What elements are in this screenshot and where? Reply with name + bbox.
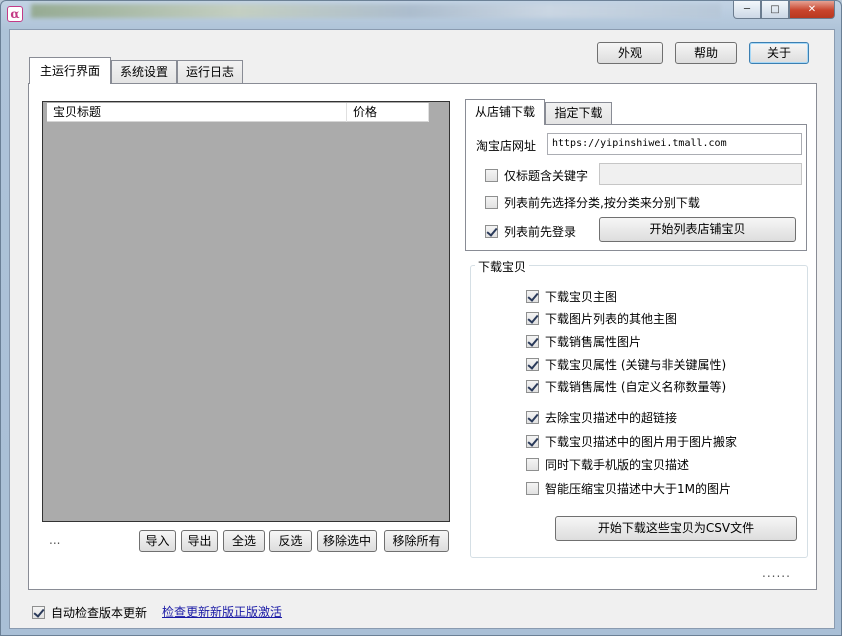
auto-update-box[interactable] <box>32 606 45 619</box>
minimize-button[interactable]: ─ <box>733 1 761 19</box>
remove-all-button[interactable]: 移除所有 <box>384 530 449 552</box>
checkbox-box[interactable] <box>526 358 539 371</box>
activate-link[interactable]: 正版激活 <box>234 603 282 620</box>
title-text-blurred <box>31 4 721 18</box>
checkbox-label: 下载图片列表的其他主图 <box>545 312 678 326</box>
progress-dots: ...... <box>762 566 791 580</box>
title-bar[interactable]: α ─ □ ✕ <box>1 1 841 29</box>
checkbox-label: 下载宝贝主图 <box>545 290 618 304</box>
checkbox-box[interactable] <box>526 482 539 495</box>
store-url-label: 淘宝店网址 <box>476 139 537 153</box>
remove-hyperlinks-checkbox[interactable]: 去除宝贝描述中的超链接 <box>526 409 677 426</box>
checkbox-label: 下载销售属性图片 <box>545 335 642 349</box>
compress-images-checkbox[interactable]: 智能压缩宝贝描述中大于1M的图片 <box>526 480 731 497</box>
invert-selection-button[interactable]: 反选 <box>269 530 312 552</box>
list-status-text: ... <box>49 533 61 547</box>
keyword-filter-label: 仅标题含关键字 <box>504 169 589 183</box>
checkbox-box[interactable] <box>526 312 539 325</box>
checkbox-box[interactable] <box>526 335 539 348</box>
download-options-group: 下载宝贝 下载宝贝主图 下载图片列表的其他主图 下载销售属性图片 下载宝贝属性 … <box>470 258 808 558</box>
remove-selected-button[interactable]: 移除选中 <box>317 530 377 552</box>
download-group-title: 下载宝贝 <box>475 258 530 275</box>
start-download-csv-button[interactable]: 开始下载这些宝贝为CSV文件 <box>555 516 797 541</box>
tab-main[interactable]: 主运行界面 <box>29 57 111 84</box>
tab-log[interactable]: 运行日志 <box>177 60 243 84</box>
column-price-header[interactable]: 价格 <box>347 103 429 122</box>
keyword-input[interactable] <box>599 163 802 185</box>
window-controls: ─ □ ✕ <box>733 1 835 19</box>
keyword-filter-checkbox[interactable]: 仅标题含关键字 <box>485 167 588 184</box>
listview-header: 宝贝标题 价格 <box>47 103 429 122</box>
download-item-attrs-checkbox[interactable]: 下载宝贝属性 (关键与非关键属性) <box>526 356 726 373</box>
column-title-header[interactable]: 宝贝标题 <box>47 103 347 122</box>
appearance-button[interactable]: 外观 <box>597 42 663 64</box>
download-mobile-desc-checkbox[interactable]: 同时下载手机版的宝贝描述 <box>526 456 689 473</box>
download-sales-attrs-checkbox[interactable]: 下载销售属性 (自定义名称数量等) <box>526 378 726 395</box>
download-main-image-checkbox[interactable]: 下载宝贝主图 <box>526 288 617 305</box>
checkbox-box[interactable] <box>526 411 539 424</box>
checkbox-label: 下载宝贝描述中的图片用于图片搬家 <box>545 435 738 449</box>
store-url-input[interactable]: https://yipinshiwei.tmall.com <box>547 133 802 155</box>
checkbox-box[interactable] <box>526 290 539 303</box>
store-download-panel: 淘宝店网址 https://yipinshiwei.tmall.com 仅标题含… <box>465 124 807 251</box>
keyword-filter-box[interactable] <box>485 169 498 182</box>
about-button[interactable]: 关于 <box>749 42 809 64</box>
import-button[interactable]: 导入 <box>139 530 176 552</box>
tab-store-download[interactable]: 从店铺下载 <box>465 99 545 125</box>
checkbox-label: 同时下载手机版的宝贝描述 <box>545 458 690 472</box>
close-button[interactable]: ✕ <box>789 1 835 19</box>
item-listview[interactable]: 宝贝标题 价格 <box>42 101 450 522</box>
auto-update-label: 自动检查版本更新 <box>51 606 148 620</box>
login-label: 列表前先登录 <box>504 225 577 239</box>
export-button[interactable]: 导出 <box>181 530 218 552</box>
download-other-main-images-checkbox[interactable]: 下载图片列表的其他主图 <box>526 310 677 327</box>
app-logo-icon[interactable]: α <box>7 6 23 22</box>
auto-update-checkbox[interactable]: 自动检查版本更新 <box>32 604 147 621</box>
check-update-link[interactable]: 检查更新新版 <box>162 603 234 620</box>
help-button[interactable]: 帮助 <box>675 42 737 64</box>
tab-specified-download[interactable]: 指定下载 <box>545 102 612 125</box>
main-tab-panel: 宝贝标题 价格 ... 导入 导出 全选 反选 移除选中 移除所有 从店铺下载 … <box>28 83 817 590</box>
checkbox-label: 去除宝贝描述中的超链接 <box>545 411 678 425</box>
category-label: 列表前先选择分类,按分类来分别下载 <box>504 196 700 210</box>
start-list-store-button[interactable]: 开始列表店铺宝贝 <box>599 217 796 242</box>
select-all-button[interactable]: 全选 <box>223 530 265 552</box>
checkbox-label: 下载销售属性 (自定义名称数量等) <box>545 380 727 394</box>
checkbox-label: 智能压缩宝贝描述中大于1M的图片 <box>545 482 731 496</box>
checkbox-box[interactable] <box>526 458 539 471</box>
login-box[interactable] <box>485 225 498 238</box>
login-checkbox[interactable]: 列表前先登录 <box>485 223 576 240</box>
download-desc-images-checkbox[interactable]: 下载宝贝描述中的图片用于图片搬家 <box>526 433 737 450</box>
checkbox-box[interactable] <box>526 435 539 448</box>
category-checkbox[interactable]: 列表前先选择分类,按分类来分别下载 <box>485 194 700 211</box>
download-sales-attr-images-checkbox[interactable]: 下载销售属性图片 <box>526 333 641 350</box>
tab-settings[interactable]: 系统设置 <box>111 60 177 84</box>
client-area: 外观 帮助 关于 主运行界面 系统设置 运行日志 宝贝标题 价格 ... 导入 … <box>9 29 835 629</box>
category-box[interactable] <box>485 196 498 209</box>
checkbox-label: 下载宝贝属性 (关键与非关键属性) <box>545 358 727 372</box>
checkbox-box[interactable] <box>526 380 539 393</box>
maximize-button[interactable]: □ <box>761 1 789 19</box>
app-window: α ─ □ ✕ 外观 帮助 关于 主运行界面 系统设置 运行日志 宝贝标题 价格… <box>0 0 842 636</box>
